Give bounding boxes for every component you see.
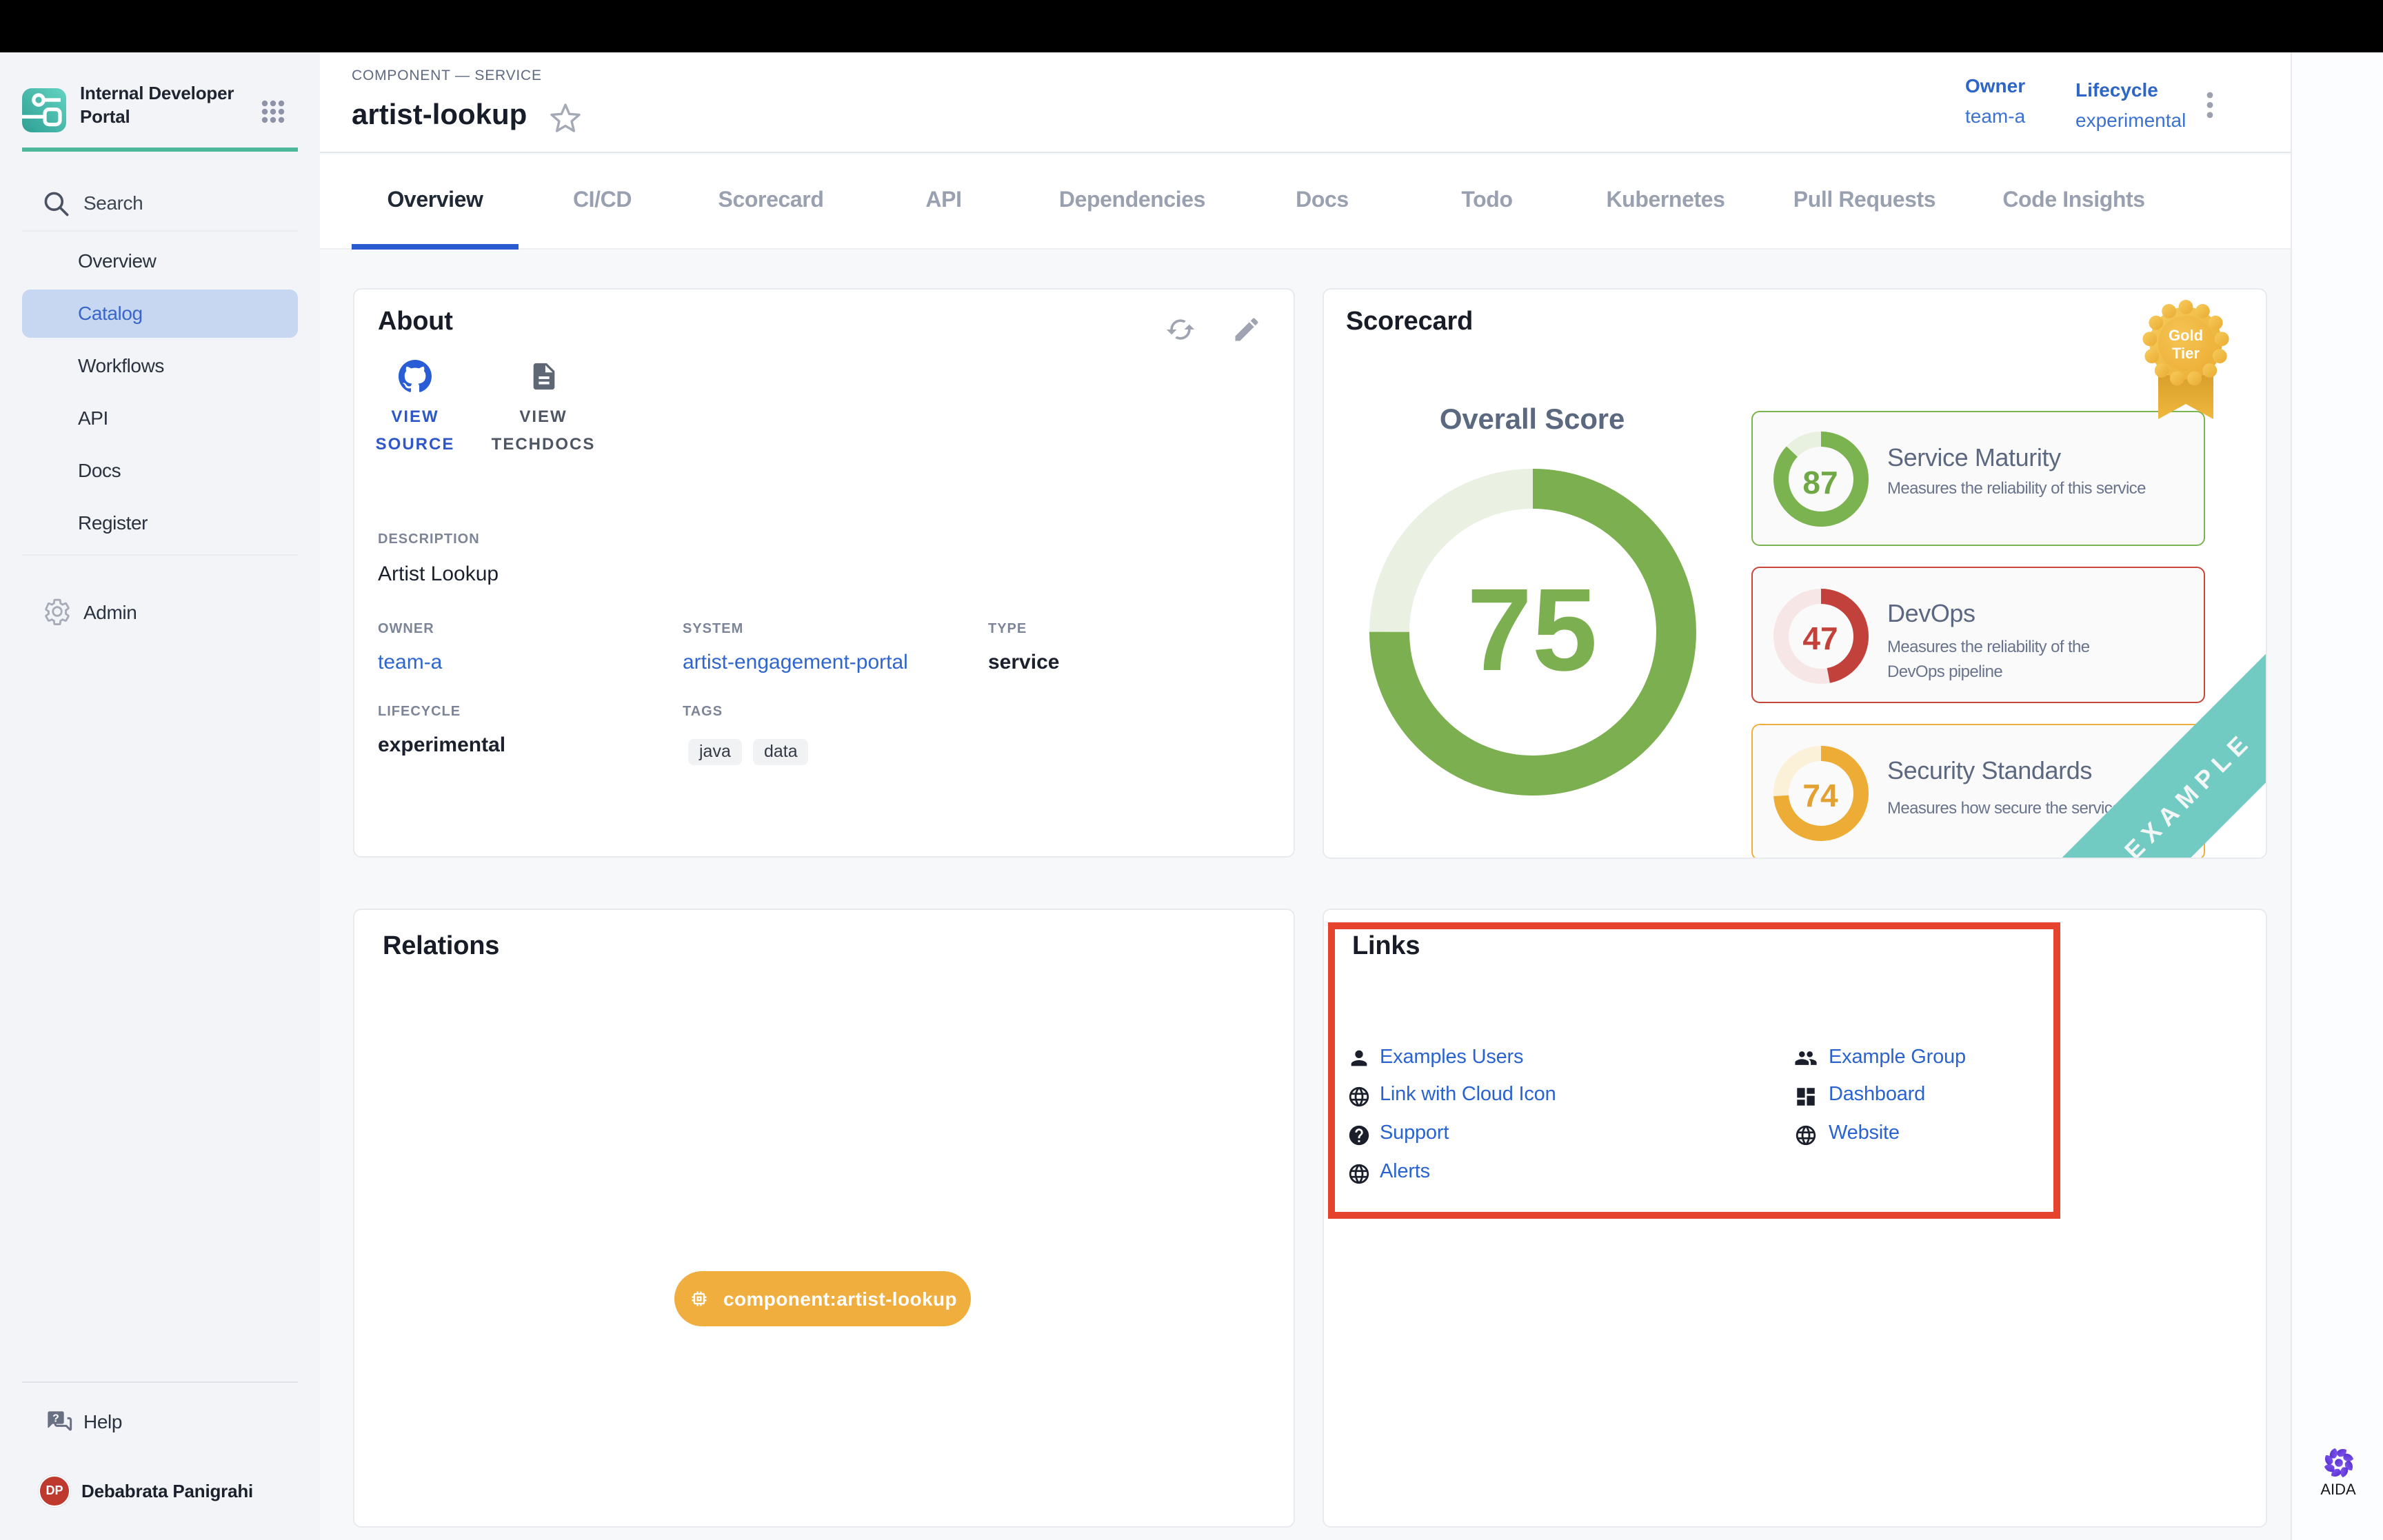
svg-text:Gold: Gold xyxy=(2168,326,2202,343)
svg-text:?: ? xyxy=(52,1412,59,1424)
svg-text:Tier: Tier xyxy=(2171,344,2199,361)
